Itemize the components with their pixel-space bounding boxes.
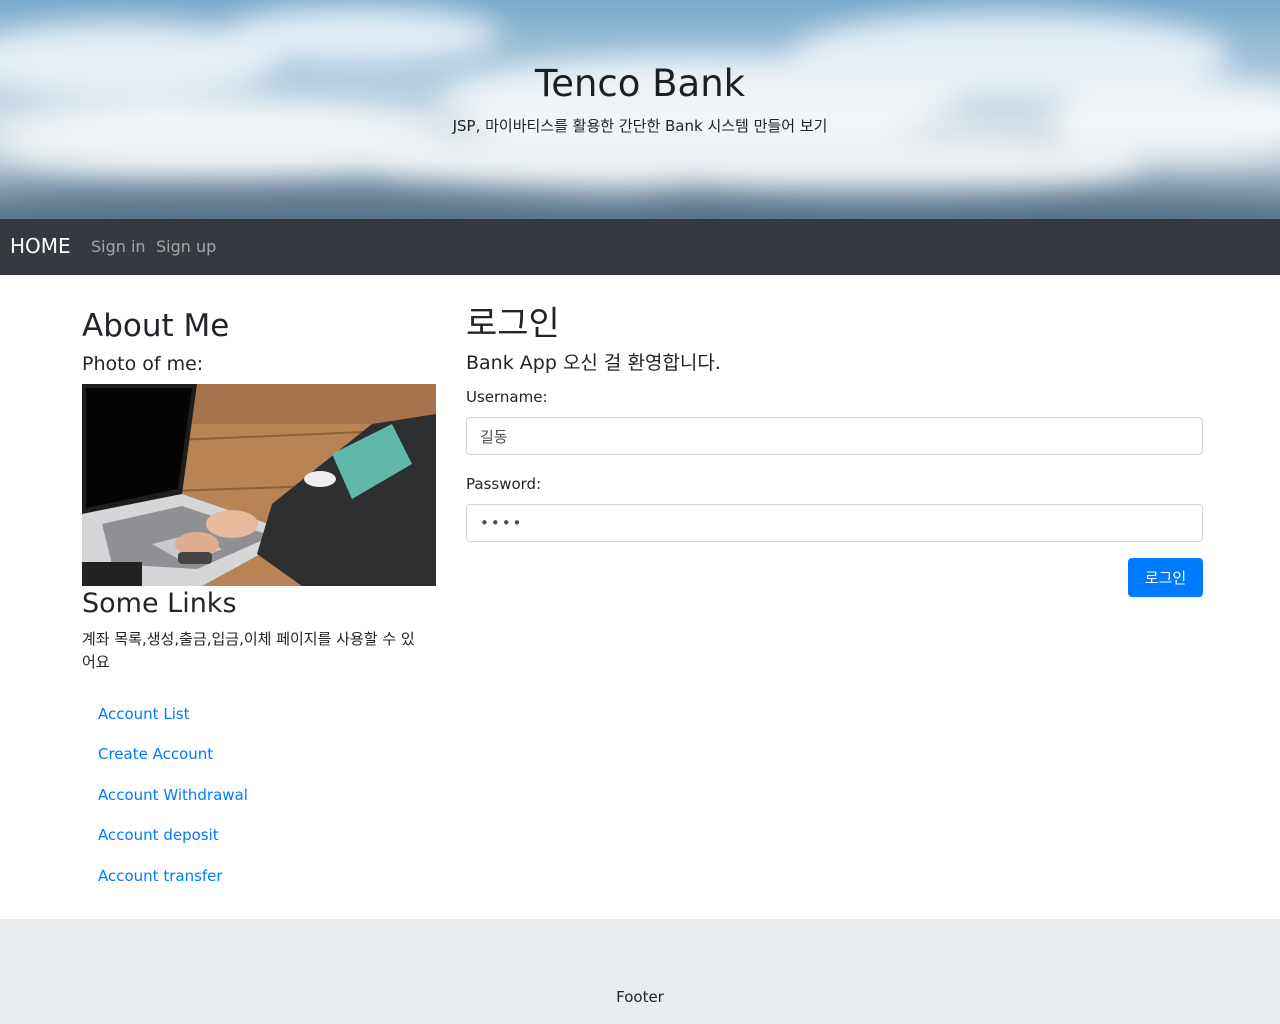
laptop-photo-icon [82, 384, 436, 586]
login-submit-button[interactable]: 로그인 [1128, 558, 1203, 597]
list-item: Account List [82, 700, 248, 740]
username-input[interactable] [466, 417, 1203, 455]
list-item: Account transfer [82, 862, 248, 902]
laptop-photo [82, 384, 436, 586]
account-withdrawal-link[interactable]: Account Withdrawal [82, 781, 248, 809]
about-me-heading: About Me [82, 308, 230, 344]
site-title: Tenco Bank [534, 62, 746, 105]
header-banner: Tenco Bank JSP, 마이바티스를 활용한 간단한 Bank 시스템 … [0, 0, 1280, 219]
password-input[interactable] [466, 504, 1203, 542]
sidebar-link-list: Account List Create Account Account With… [82, 700, 248, 902]
list-item: Account deposit [82, 821, 248, 861]
page-footer: Footer [0, 919, 1280, 1024]
top-navbar: HOME Sign in Sign up [0, 219, 1280, 275]
account-deposit-link[interactable]: Account deposit [82, 821, 248, 849]
account-transfer-link[interactable]: Account transfer [82, 862, 248, 890]
list-item: Create Account [82, 740, 248, 780]
create-account-link[interactable]: Create Account [82, 740, 248, 768]
some-links-heading: Some Links [82, 588, 237, 619]
list-item: Account Withdrawal [82, 781, 248, 821]
footer-text: Footer [616, 988, 664, 1006]
photo-label: Photo of me: [82, 353, 204, 375]
site-subtitle: JSP, 마이바티스를 활용한 간단한 Bank 시스템 만들어 보기 [452, 117, 828, 135]
account-list-link[interactable]: Account List [82, 700, 248, 728]
password-label: Password: [466, 475, 542, 493]
nav-sign-in-link[interactable]: Sign in [91, 235, 146, 259]
login-heading: 로그인 [466, 304, 560, 344]
nav-home-link[interactable]: HOME [10, 232, 71, 260]
welcome-message: Bank App 오신 걸 환영합니다. [466, 352, 721, 374]
username-label: Username: [466, 388, 548, 406]
nav-sign-up-link[interactable]: Sign up [156, 235, 216, 259]
some-links-description: 계좌 목록,생성,출금,입금,이체 페이지를 사용할 수 있어요 [82, 630, 415, 671]
